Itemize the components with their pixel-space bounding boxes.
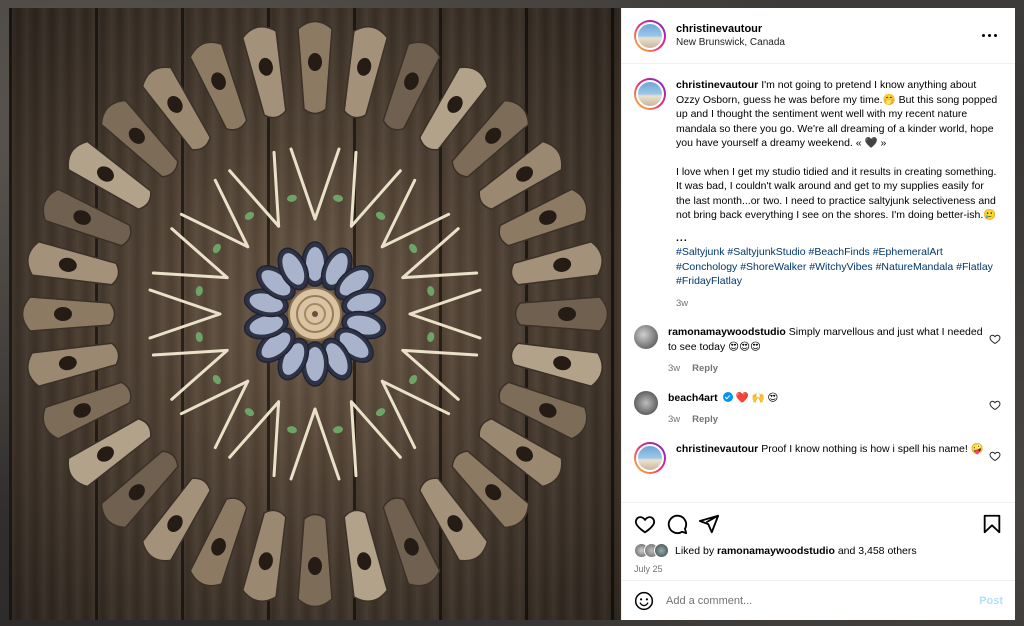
comment-time: 3w (668, 363, 681, 374)
commenter-avatar[interactable] (634, 325, 658, 349)
heart-icon[interactable] (634, 513, 656, 535)
likes-user[interactable]: ramonamaywoodstudio (717, 545, 835, 557)
author-username[interactable]: christinevautour (676, 23, 977, 35)
comments-scroll-area[interactable]: christinevautour I'm not going to preten… (622, 64, 1015, 502)
post-details-panel: christinevautour New Brunswick, Canada c… (621, 8, 1015, 620)
liker-avatars (634, 543, 669, 558)
caption: christinevautour I'm not going to preten… (634, 78, 1001, 311)
comment-like-heart-icon[interactable] (989, 333, 1001, 345)
comment-item: ramonamaywoodstudio Simply marvellous an… (634, 325, 1001, 377)
author-avatar[interactable] (634, 19, 666, 52)
post-header: christinevautour New Brunswick, Canada (622, 8, 1015, 64)
likes-rest[interactable]: and 3,458 others (838, 545, 917, 557)
add-comment-bar: Post (622, 580, 1015, 620)
post-comment-button[interactable]: Post (979, 595, 1003, 607)
commenter-avatar[interactable] (634, 390, 658, 415)
post-date[interactable]: July 25 (634, 564, 1003, 574)
caption-ellipsis: ... (676, 231, 688, 244)
caption-time: 3w (676, 297, 689, 309)
comment-item: christinevautour Proof I know nothing is… (634, 441, 1001, 474)
commenter-avatar[interactable] (634, 441, 666, 474)
caption-text-2: I love when I get my studio tidied and i… (676, 165, 997, 222)
reply-button[interactable]: Reply (692, 413, 718, 428)
likes-prefix: Liked by (675, 544, 715, 557)
comment-like-heart-icon[interactable] (989, 399, 1001, 411)
post-image[interactable] (9, 8, 621, 620)
likes-summary: Liked by ramonamaywoodstudio and 3,458 o… (634, 543, 1003, 558)
post-modal: christinevautour New Brunswick, Canada c… (9, 8, 1015, 620)
send-icon[interactable] (698, 513, 720, 535)
commenter-username[interactable]: christinevautour (676, 443, 758, 455)
comment-text: ❤️ 🙌 😍 (735, 391, 779, 404)
post-actions: Liked by ramonamaywoodstudio and 3,458 o… (622, 502, 1015, 580)
emoji-icon[interactable] (634, 591, 654, 611)
driftwood-mandala-image (21, 20, 609, 608)
post-location[interactable]: New Brunswick, Canada (676, 37, 977, 48)
caption-hashtags[interactable]: #Saltyjunk #SaltyjunkStudio #BeachFinds … (676, 245, 1001, 289)
bookmark-icon[interactable] (981, 513, 1003, 535)
comment-item: beach4art ❤️ 🙌 😍 3w Reply (634, 390, 1001, 428)
reply-button[interactable]: Reply (692, 362, 718, 377)
caption-avatar[interactable] (634, 78, 666, 110)
caption-username[interactable]: christinevautour (676, 79, 758, 91)
comment-time: 3w (668, 414, 681, 425)
verified-badge-icon (722, 391, 733, 402)
more-options-icon[interactable] (977, 24, 1001, 48)
add-comment-input[interactable] (666, 594, 980, 607)
comment-icon[interactable] (666, 513, 688, 535)
comment-like-heart-icon[interactable] (989, 450, 1001, 462)
comment-text: Proof I know nothing is how i spell his … (761, 442, 984, 455)
commenter-username[interactable]: beach4art (668, 392, 718, 404)
commenter-username[interactable]: ramonamaywoodstudio (668, 326, 786, 338)
